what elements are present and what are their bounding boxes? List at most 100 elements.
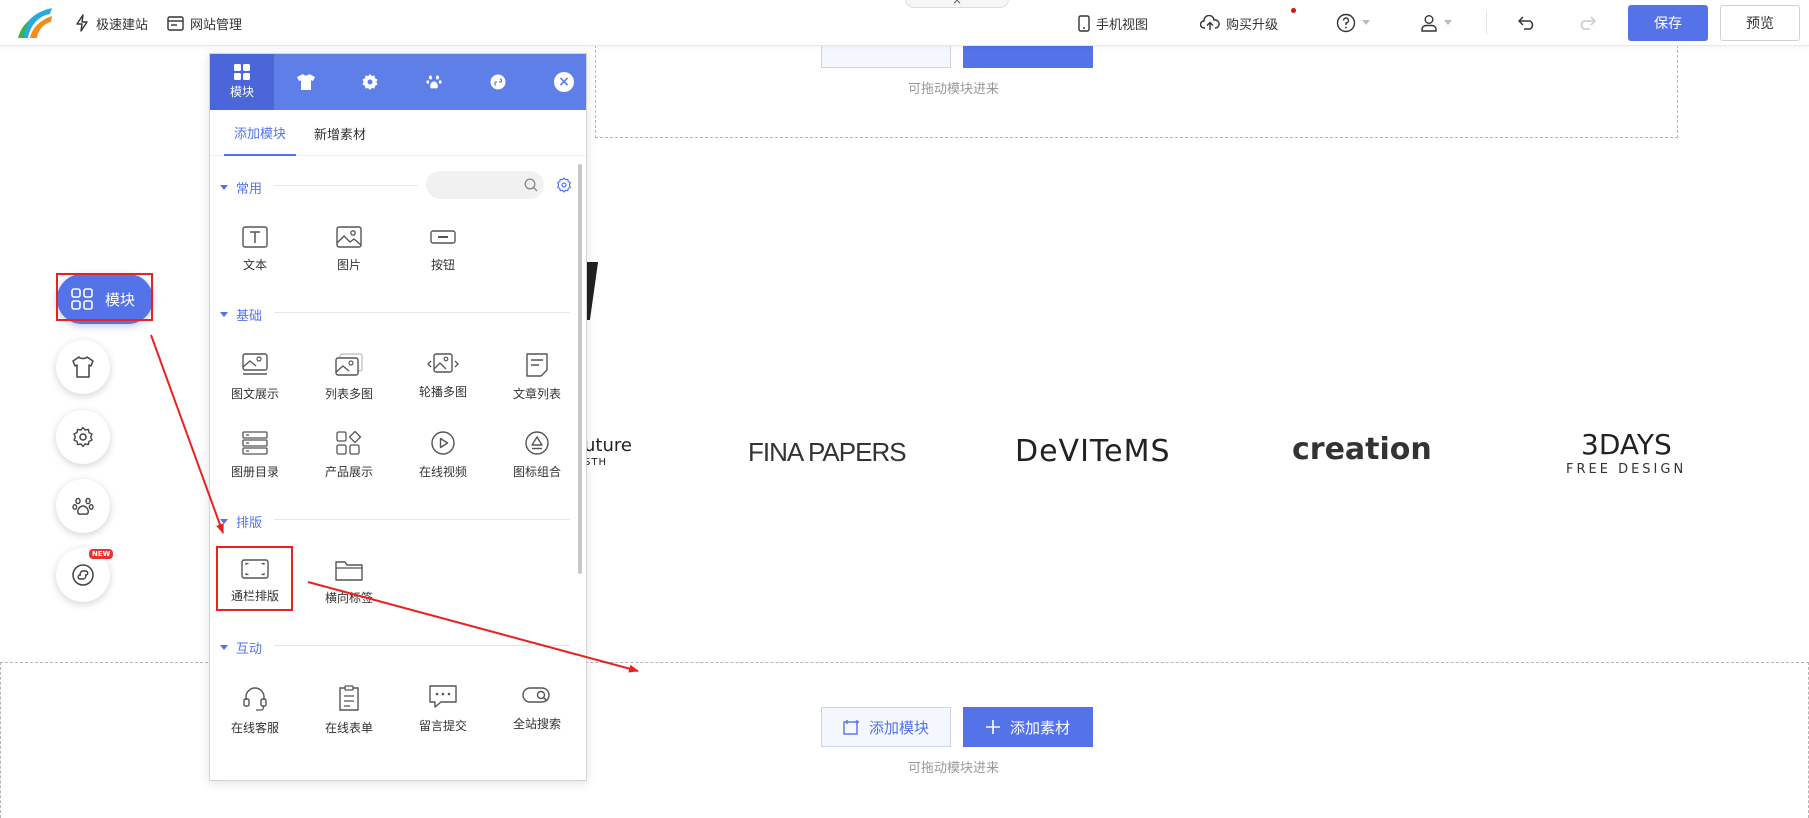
module-search-input[interactable] xyxy=(426,171,544,199)
new-badge: NEW xyxy=(89,549,114,559)
panel-close-button[interactable]: × xyxy=(554,72,574,92)
section-divider xyxy=(274,312,570,313)
brand-logo-devitems: DeVITeMS xyxy=(1015,434,1171,469)
module-item-icon-group[interactable]: 图标组合 xyxy=(497,431,577,491)
brand-logo-fina-papers: FINA PAPERS xyxy=(748,437,907,467)
shirt-icon xyxy=(297,74,315,90)
subtab-new-material[interactable]: 新增素材 xyxy=(314,110,366,156)
help-icon xyxy=(1336,13,1356,33)
panel-tab-plugin[interactable] xyxy=(466,54,530,110)
module-item-horizontal-tabs[interactable]: 横向标签 xyxy=(309,559,389,619)
folder-tabs-icon xyxy=(335,561,363,581)
module-item-image[interactable]: 图片 xyxy=(309,226,389,286)
module-item-label: 横向标签 xyxy=(324,591,373,605)
play-circle-icon xyxy=(431,431,455,455)
floating-tab-close[interactable]: × xyxy=(905,0,1009,8)
section-layout-header[interactable]: 排版 xyxy=(220,512,262,531)
app-logo[interactable] xyxy=(16,4,56,42)
buy-upgrade-button[interactable]: 购买升级 xyxy=(1200,0,1278,46)
panel-tab-seo[interactable] xyxy=(402,54,466,110)
subtab-add-module[interactable]: 添加模块 xyxy=(224,110,297,156)
button-icon xyxy=(430,230,456,244)
panel-tab-theme[interactable] xyxy=(274,54,338,110)
section-title: 排版 xyxy=(236,516,263,531)
module-item-carousel[interactable]: 轮播多图 xyxy=(403,353,483,413)
gear-icon xyxy=(362,74,378,90)
module-item-message-submit[interactable]: 留言提交 xyxy=(403,685,483,745)
undo-button[interactable] xyxy=(1518,0,1536,46)
section-common-header[interactable]: 常用 xyxy=(220,178,262,197)
text-icon xyxy=(242,226,268,248)
brand-logo-creation: creation xyxy=(1292,432,1432,467)
mobile-phone-icon xyxy=(1078,14,1090,32)
module-item-label: 轮播多图 xyxy=(418,385,467,399)
link-plugin-icon xyxy=(72,564,94,586)
search-icon xyxy=(524,178,538,192)
add-material-label: 添加素材 xyxy=(1009,718,1070,737)
module-item-customer-service[interactable]: 在线客服 xyxy=(215,685,295,745)
module-item-label: 在线表单 xyxy=(324,721,373,735)
drop-hint-bottom: 可拖动模块进来 xyxy=(908,761,1000,776)
gear-icon[interactable] xyxy=(556,177,572,193)
toolbar-divider xyxy=(1486,12,1487,34)
panel-header: 模块 × xyxy=(210,54,586,110)
save-button[interactable]: 保存 xyxy=(1628,5,1708,41)
module-item-online-form[interactable]: 在线表单 xyxy=(309,685,389,745)
add-module-button[interactable]: 添加模块 xyxy=(821,707,951,747)
quick-build-button[interactable]: 极速建站 xyxy=(74,0,148,46)
undo-icon xyxy=(1518,16,1534,30)
section-interact-header[interactable]: 互动 xyxy=(220,638,262,657)
section-divider xyxy=(274,519,570,520)
module-item-label: 列表多图 xyxy=(324,387,373,401)
module-item-button[interactable]: 按钮 xyxy=(403,226,483,286)
module-item-label: 图册目录 xyxy=(230,465,279,479)
module-item-text[interactable]: 文本 xyxy=(215,226,295,286)
theme-toolbar-button[interactable] xyxy=(56,340,110,394)
module-item-video[interactable]: 在线视频 xyxy=(403,431,483,491)
notification-dot xyxy=(1291,8,1296,13)
panel-tab-module-label: 模块 xyxy=(229,85,254,99)
module-item-label: 文本 xyxy=(242,258,267,272)
module-item-list-images[interactable]: 列表多图 xyxy=(309,353,389,413)
site-manage-button[interactable]: 网站管理 xyxy=(167,0,242,46)
mobile-view-button[interactable]: 手机视图 xyxy=(1078,0,1148,46)
multi-image-icon xyxy=(335,353,363,376)
drop-hint-top: 可拖动模块进来 xyxy=(908,82,1000,97)
brand-logo-future-sub: STH xyxy=(584,457,607,468)
module-item-article-list[interactable]: 文章列表 xyxy=(497,353,577,413)
help-menu[interactable] xyxy=(1336,0,1370,46)
brand-logo-future: uture xyxy=(584,435,632,456)
add-module-icon xyxy=(843,720,859,735)
section-basic-header[interactable]: 基础 xyxy=(220,305,262,324)
user-menu[interactable] xyxy=(1420,0,1452,46)
section-title: 常用 xyxy=(236,182,263,197)
module-item-label: 图文展示 xyxy=(230,387,279,401)
preview-button[interactable]: 预览 xyxy=(1720,5,1800,41)
panel-tab-module[interactable]: 模块 xyxy=(210,54,274,110)
icon-group-icon xyxy=(525,431,549,455)
settings-toolbar-button[interactable] xyxy=(56,410,110,464)
module-item-album[interactable]: 图册目录 xyxy=(215,431,295,491)
module-item-label: 文章列表 xyxy=(512,387,561,401)
module-item-label: 图片 xyxy=(336,258,361,272)
browser-window-icon xyxy=(167,15,184,31)
gear-icon xyxy=(73,426,93,448)
module-item-image-text[interactable]: 图文展示 xyxy=(215,353,295,413)
module-item-product[interactable]: 产品展示 xyxy=(309,431,389,491)
module-item-site-search[interactable]: 全站搜索 xyxy=(497,685,577,745)
panel-scrollbar[interactable] xyxy=(578,164,582,574)
caret-down-icon xyxy=(220,519,228,524)
article-list-icon xyxy=(526,353,548,377)
seo-toolbar-button[interactable] xyxy=(56,479,110,533)
caret-down-icon xyxy=(220,312,228,317)
redo-button[interactable] xyxy=(1578,0,1596,46)
section-divider xyxy=(274,645,570,646)
add-material-button[interactable]: 添加素材 xyxy=(963,707,1093,747)
redo-icon xyxy=(1580,16,1596,30)
user-icon xyxy=(1421,15,1437,32)
top-toolbar: 极速建站 网站管理 × 手机视图 购买升级 保存 预览 xyxy=(0,0,1809,46)
close-icon: × xyxy=(558,74,570,90)
chevron-down-icon xyxy=(1444,20,1452,25)
module-item-label: 产品展示 xyxy=(324,465,373,479)
panel-tab-settings[interactable] xyxy=(338,54,402,110)
